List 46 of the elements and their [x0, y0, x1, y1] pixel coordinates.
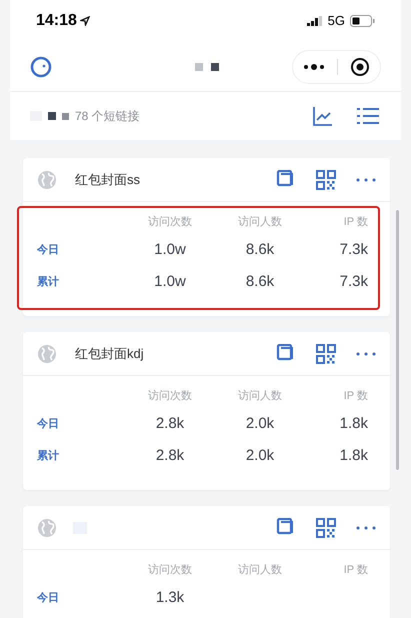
stat-value: 1.8k: [338, 446, 369, 466]
link-count: 78 个短链接: [75, 108, 140, 125]
link-title: 红包封面kdj: [75, 344, 144, 363]
stat-value: 1.0w: [153, 240, 187, 260]
column-header: 访问次数: [147, 388, 193, 404]
column-header: IP 数: [342, 215, 369, 230]
row-label: 累计: [37, 274, 60, 290]
battery-icon: [350, 15, 375, 27]
close-icon[interactable]: [350, 56, 370, 76]
stat-value: 8.6k: [244, 272, 276, 292]
row-label: 今日: [37, 417, 60, 432]
location-icon: [80, 16, 90, 26]
stat-value: 7.3k: [338, 240, 369, 260]
column-header: 访问人数: [237, 562, 283, 578]
column-header: 访问次数: [147, 562, 193, 578]
network-label: 5G: [328, 12, 345, 30]
stat-value: 2.8k: [154, 414, 186, 434]
signal-icon: [306, 16, 323, 26]
column-header: IP 数: [342, 563, 369, 578]
clock-time: 14:18: [36, 11, 77, 31]
link-title: 红包封面ss: [75, 170, 140, 189]
stat-value: 8.6k: [244, 240, 276, 260]
qr-code-icon[interactable]: [316, 170, 336, 190]
column-header: 访问次数: [147, 214, 193, 230]
stat-value: 1.0w: [153, 272, 187, 292]
globe-icon: [37, 344, 57, 364]
qr-code-icon[interactable]: [316, 518, 336, 538]
row-label: 今日: [37, 243, 60, 258]
line-chart-icon[interactable]: [313, 106, 333, 126]
row-label: 累计: [37, 448, 60, 464]
logo-icon[interactable]: [30, 56, 52, 78]
stat-value: 2.8k: [154, 446, 186, 466]
more-icon[interactable]: [303, 62, 325, 70]
column-header: 访问人数: [237, 388, 283, 404]
list-icon[interactable]: [357, 107, 379, 125]
row-label: 今日: [37, 591, 60, 606]
stat-value: 1.3k: [154, 588, 186, 608]
globe-icon: [37, 170, 57, 190]
globe-icon: [37, 518, 57, 538]
stat-value: 2.0k: [244, 414, 276, 434]
column-header: 访问人数: [237, 214, 283, 230]
qr-code-icon[interactable]: [316, 344, 336, 364]
stat-value: 7.3k: [338, 272, 369, 292]
stat-value: 2.0k: [244, 446, 276, 466]
stat-value: 1.8k: [338, 414, 369, 434]
column-header: IP 数: [342, 389, 369, 404]
